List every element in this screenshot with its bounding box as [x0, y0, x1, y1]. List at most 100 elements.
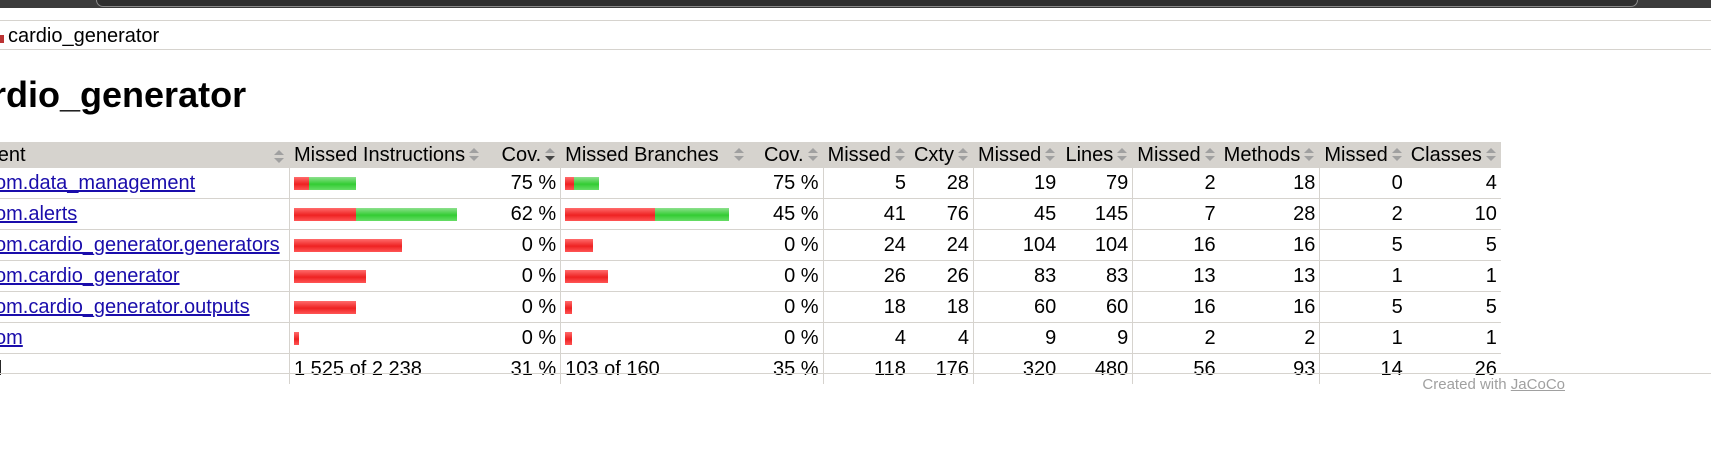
missed-bar	[294, 238, 402, 252]
package-link[interactable]: com.cardio_generator.outputs	[0, 296, 250, 318]
missed-bar	[565, 176, 575, 190]
coverage-table: ement Missed Instructions Cov. Missed Br…	[0, 142, 1501, 384]
instruction-coverage: 0 %	[484, 291, 562, 323]
lines: 60	[1060, 291, 1134, 323]
table-row: com.data_management 75 % 75 % 5 28 19 79…	[0, 168, 1501, 199]
sort-icon	[894, 148, 906, 162]
missed-bar	[294, 331, 299, 345]
instruction-coverage: 0 %	[484, 260, 562, 292]
missed-lines: 19	[973, 168, 1061, 199]
header-instruction-coverage[interactable]: Cov.	[484, 142, 562, 168]
total-missed-classes: 14	[1380, 357, 1403, 380]
complexity: 28	[909, 168, 974, 199]
missed-bar	[294, 176, 309, 190]
sort-icon	[468, 148, 480, 162]
total-label: otal	[0, 353, 290, 384]
missed-lines: 60	[973, 291, 1061, 323]
lines: 9	[1060, 322, 1134, 354]
missed-methods: 7	[1132, 198, 1220, 230]
missed-classes: 5	[1319, 291, 1407, 323]
package-link[interactable]: com	[0, 327, 23, 349]
branch-coverage: 0 %	[748, 322, 824, 354]
missed-classes: 1	[1319, 322, 1407, 354]
header-branch-coverage[interactable]: Cov.	[748, 142, 824, 168]
instruction-coverage-bar	[289, 291, 485, 323]
instruction-coverage-bar	[289, 168, 485, 199]
sort-icon	[733, 148, 745, 162]
jacoco-link[interactable]: JaCoCo	[1511, 376, 1565, 393]
header-complexity[interactable]: Cxty	[909, 142, 974, 168]
total-lines: 480	[1060, 353, 1134, 384]
missed-complexity: 5	[823, 168, 910, 199]
instruction-coverage: 62 %	[484, 198, 562, 230]
missed-methods: 16	[1132, 229, 1220, 261]
header-missed-instructions[interactable]: Missed Instructions	[289, 142, 485, 168]
page-title: ardio_generator	[0, 74, 247, 115]
total-branch-coverage: 35 %	[748, 353, 824, 384]
methods: 18	[1219, 168, 1321, 199]
table-row: com 0 % 0 % 4 4 9 9 2 2 1 1	[0, 322, 1501, 354]
breadcrumb-label: cardio_generator	[8, 25, 160, 47]
header-missed-classes[interactable]: Missed	[1319, 142, 1407, 168]
total-instructions: 1 525 of 2 238	[294, 357, 422, 380]
instruction-coverage-bar	[289, 198, 485, 230]
missed-bar	[565, 207, 656, 221]
table-row: com.cardio_generator 0 % 0 % 26 26 83 83…	[0, 260, 1501, 292]
table-body: com.data_management 75 % 75 % 5 28 19 79…	[0, 168, 1501, 384]
covered-bar	[309, 176, 356, 190]
classes: 10	[1406, 198, 1501, 230]
branch-coverage: 75 %	[748, 168, 824, 199]
branch-coverage-bar	[560, 198, 749, 230]
missed-bar	[294, 300, 356, 314]
header-missed-methods[interactable]: Missed	[1132, 142, 1220, 168]
total-missed-methods: 56	[1193, 357, 1216, 380]
missed-complexity: 26	[823, 260, 910, 292]
header-classes[interactable]: Classes	[1406, 142, 1501, 168]
missed-methods: 16	[1132, 291, 1220, 323]
instruction-coverage-bar	[289, 229, 485, 261]
total-missed-lines: 320	[1022, 357, 1057, 380]
header-element[interactable]: ement	[0, 142, 290, 168]
table-row: com.cardio_generator.outputs 0 % 0 % 18 …	[0, 291, 1501, 323]
branch-coverage-bar	[560, 291, 749, 323]
sort-icon	[1044, 148, 1056, 162]
footer-prefix: Created with	[1422, 376, 1511, 393]
table-row: com.cardio_generator.generators 0 % 0 % …	[0, 229, 1501, 261]
package-link[interactable]: com.data_management	[0, 172, 195, 194]
lines: 79	[1060, 168, 1134, 199]
branch-coverage-bar	[560, 168, 749, 199]
sort-icon	[273, 149, 285, 164]
missed-bar	[565, 238, 594, 252]
missed-lines: 83	[973, 260, 1061, 292]
header-missed-lines[interactable]: Missed	[973, 142, 1061, 168]
classes: 1	[1406, 322, 1501, 354]
missed-methods: 13	[1132, 260, 1220, 292]
missed-methods: 2	[1132, 168, 1220, 199]
total-branches: 103 of 160	[565, 357, 660, 380]
classes: 1	[1406, 260, 1501, 292]
package-link[interactable]: com.alerts	[0, 203, 77, 225]
methods: 28	[1219, 198, 1321, 230]
total-row: otal 1 525 of 2 238 31 % 103 of 160 35 %…	[0, 353, 1501, 384]
instruction-coverage-bar	[289, 260, 485, 292]
classes: 4	[1406, 168, 1501, 199]
instruction-coverage: 0 %	[484, 229, 562, 261]
header-missed-branches[interactable]: Missed Branches	[560, 142, 749, 168]
methods: 13	[1219, 260, 1321, 292]
branch-coverage-bar	[560, 260, 749, 292]
footer-divider	[0, 373, 1711, 374]
package-link[interactable]: com.cardio_generator.generators	[0, 234, 280, 256]
footer: Created with JaCoCo	[1422, 376, 1565, 393]
package-link[interactable]: com.cardio_generator	[0, 265, 180, 287]
header-missed-complexity[interactable]: Missed	[823, 142, 910, 168]
complexity: 76	[909, 198, 974, 230]
sort-desc-icon	[544, 148, 556, 162]
missed-bar	[294, 207, 356, 221]
header-methods[interactable]: Methods	[1219, 142, 1321, 168]
header-lines[interactable]: Lines	[1060, 142, 1134, 168]
sort-icon	[1204, 148, 1216, 162]
missed-bar	[565, 269, 609, 283]
sort-icon	[1485, 148, 1497, 162]
covered-bar	[655, 207, 730, 221]
missed-classes: 1	[1319, 260, 1407, 292]
